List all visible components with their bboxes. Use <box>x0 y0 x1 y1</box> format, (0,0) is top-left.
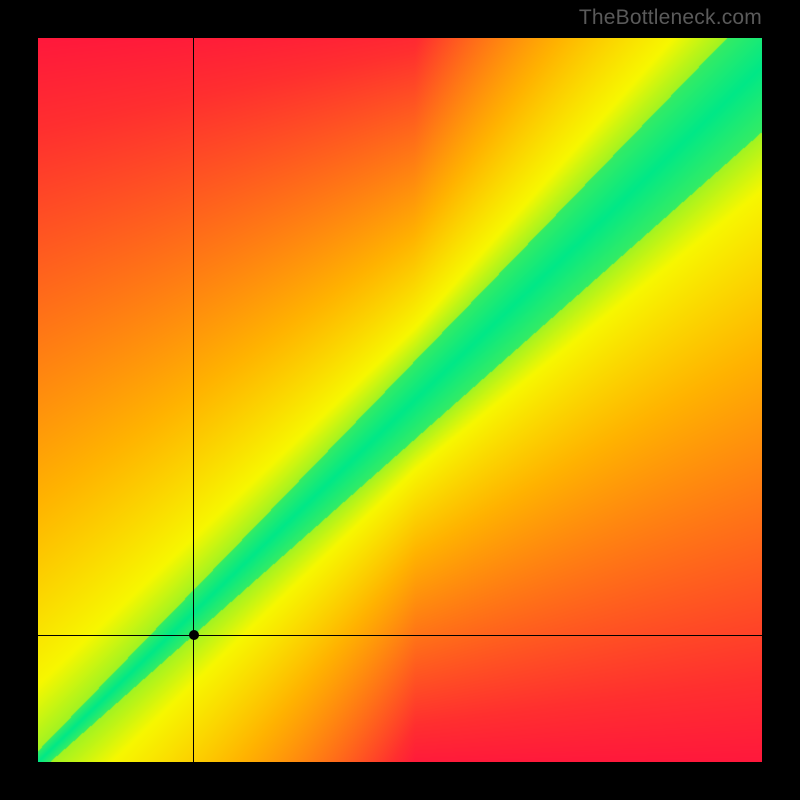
watermark-text: TheBottleneck.com <box>579 6 762 30</box>
chart-frame: TheBottleneck.com <box>0 0 800 800</box>
heatmap-plot <box>38 38 762 762</box>
heatmap-canvas <box>38 38 762 762</box>
